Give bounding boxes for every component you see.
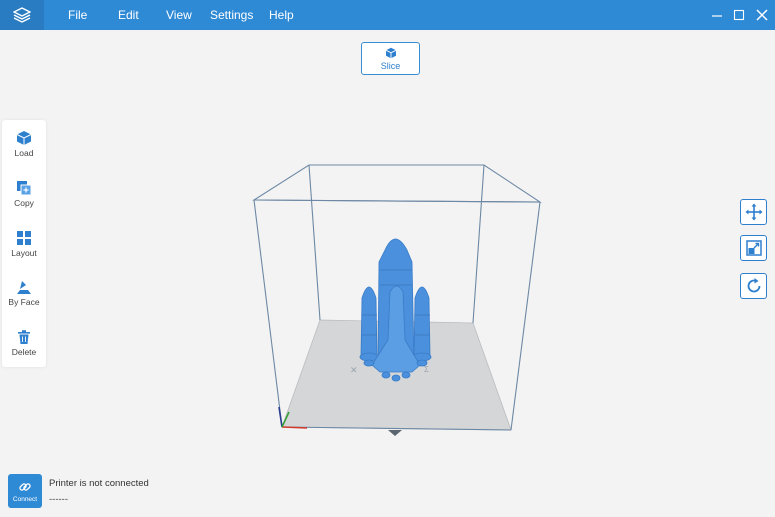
connect-label: Connect — [12, 495, 38, 503]
rotate-tool-button[interactable] — [740, 273, 767, 299]
printer-status: Printer is not connected — [49, 478, 149, 489]
cube-icon — [385, 47, 396, 58]
slice-button[interactable]: Slice — [361, 42, 420, 75]
by-face-icon — [17, 281, 31, 294]
delete-label: Delete — [11, 347, 37, 357]
printer-status-detail: ------ — [49, 494, 68, 505]
copy-label: Copy — [14, 198, 34, 208]
plate-logo-watermark-right: Σ — [424, 365, 429, 374]
delete-button[interactable]: Delete — [2, 329, 46, 371]
load-label: Load — [14, 148, 34, 158]
connect-button[interactable]: Connect — [8, 474, 42, 508]
copy-icon — [17, 181, 32, 196]
layout-button[interactable]: Layout — [2, 230, 46, 272]
rocket-model[interactable] — [359, 238, 432, 382]
plate-logo-watermark: ✕ — [350, 365, 358, 375]
trash-icon — [18, 330, 30, 344]
by-face-label: By Face — [8, 297, 40, 307]
left-toolbar: Load Copy Layout By Face Delete — [2, 120, 46, 367]
plate-front-marker — [388, 430, 402, 436]
rotate-icon — [747, 278, 760, 293]
scale-tool-button[interactable] — [740, 235, 767, 261]
build-volume-viewport[interactable]: ✕ Σ — [0, 0, 775, 517]
move-icon — [745, 203, 762, 221]
move-tool-button[interactable] — [740, 199, 767, 225]
layout-label: Layout — [11, 248, 37, 258]
scale-icon — [745, 240, 762, 256]
by-face-button[interactable]: By Face — [2, 279, 46, 321]
layout-grid-icon — [17, 231, 31, 245]
copy-button[interactable]: Copy — [2, 180, 46, 222]
load-cube-icon — [16, 131, 32, 145]
link-icon — [19, 482, 31, 491]
slice-button-label: Slice — [380, 60, 401, 71]
load-button[interactable]: Load — [2, 130, 46, 172]
